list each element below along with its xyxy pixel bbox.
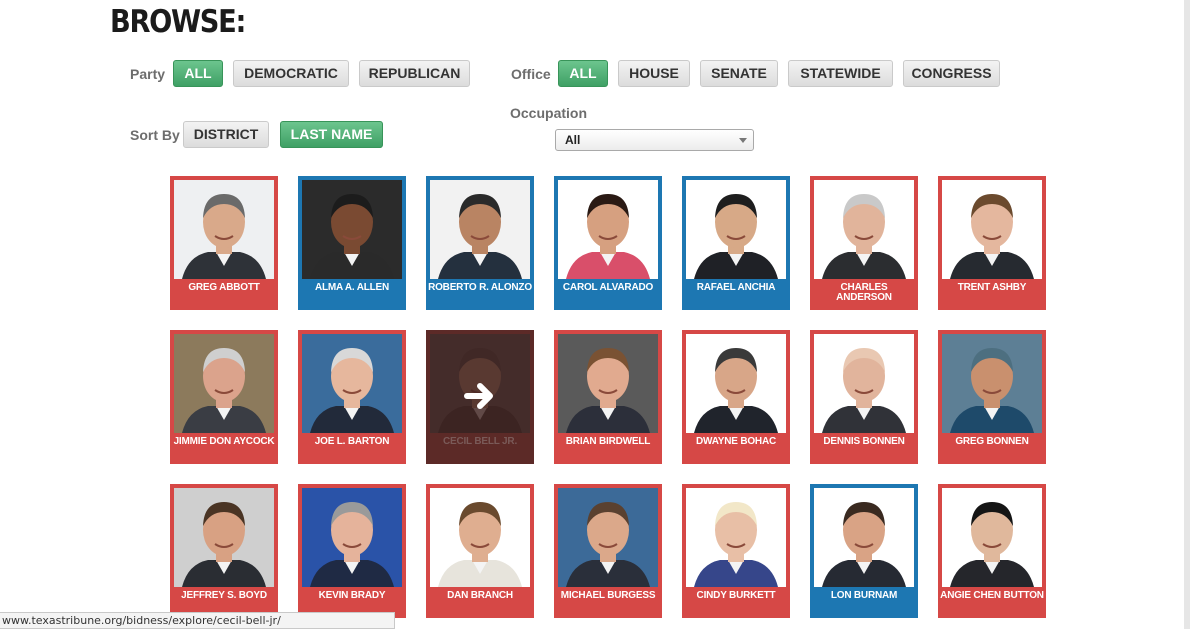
page-scroll-edge — [1184, 0, 1190, 629]
official-photo — [302, 488, 402, 587]
sort-by-label: Sort By — [130, 127, 180, 143]
official-name: JOE L. BARTON — [314, 436, 390, 447]
official-name: BRIAN BIRDWELL — [565, 436, 651, 447]
official-card[interactable]: LON BURNAM — [810, 484, 918, 618]
official-name: ANGIE CHEN BUTTON — [940, 590, 1044, 601]
official-photo — [174, 488, 274, 587]
official-photo — [558, 488, 658, 587]
official-name: KEVIN BRADY — [318, 590, 386, 601]
official-name: ROBERTO R. ALONZO — [428, 282, 532, 293]
office-filter-label: Office — [511, 66, 551, 82]
official-photo — [686, 334, 786, 433]
office-senate-button[interactable]: SENATE — [700, 60, 778, 87]
official-photo — [302, 180, 402, 279]
official-name: CECIL BELL JR. — [442, 436, 518, 447]
official-photo — [558, 334, 658, 433]
official-card[interactable]: CINDY BURKETT — [682, 484, 790, 618]
official-photo — [814, 180, 914, 279]
official-card[interactable]: ANGIE CHEN BUTTON — [938, 484, 1046, 618]
office-congress-button[interactable]: CONGRESS — [903, 60, 1000, 87]
official-card[interactable]: DENNIS BONNEN — [810, 330, 918, 464]
official-name: CINDY BURKETT — [696, 590, 776, 601]
official-card[interactable]: GREG ABBOTT — [170, 176, 278, 310]
sort-last-name-button[interactable]: LAST NAME — [280, 121, 383, 148]
official-photo — [430, 180, 530, 279]
official-name: CAROL ALVARADO — [562, 282, 654, 293]
official-photo — [942, 334, 1042, 433]
party-all-button[interactable]: ALL — [173, 60, 223, 87]
party-democratic-button[interactable]: DEMOCRATIC — [233, 60, 349, 87]
official-photo — [942, 488, 1042, 587]
office-all-button[interactable]: ALL — [558, 60, 608, 87]
page-title: BROWSE: — [110, 4, 246, 40]
occupation-selected-value: All — [565, 133, 581, 147]
official-name: GREG BONNEN — [955, 436, 1029, 447]
official-card[interactable]: CHARLES ANDERSON — [810, 176, 918, 310]
official-name: CHARLES ANDERSON — [836, 282, 892, 303]
official-photo — [302, 334, 402, 433]
official-photo — [942, 180, 1042, 279]
official-card[interactable]: CECIL BELL JR. — [426, 330, 534, 464]
official-photo — [686, 180, 786, 279]
official-card[interactable]: JEFFREY S. BOYD — [170, 484, 278, 618]
official-card[interactable]: ROBERTO R. ALONZO — [426, 176, 534, 310]
sort-district-button[interactable]: DISTRICT — [183, 121, 269, 148]
official-name: DENNIS BONNEN — [823, 436, 905, 447]
official-card[interactable]: DAN BRANCH — [426, 484, 534, 618]
official-photo — [174, 334, 274, 433]
official-card[interactable]: TRENT ASHBY — [938, 176, 1046, 310]
official-photo — [814, 334, 914, 433]
official-card[interactable]: JIMMIE DON AYCOCK — [170, 330, 278, 464]
official-name: GREG ABBOTT — [188, 282, 260, 293]
official-name: MICHAEL BURGESS — [560, 590, 656, 601]
official-photo — [174, 180, 274, 279]
status-bar-url: www.texastribune.org/bidness/explore/cec… — [0, 612, 395, 629]
official-name: TRENT ASHBY — [957, 282, 1027, 293]
official-card[interactable]: JOE L. BARTON — [298, 330, 406, 464]
occupation-label: Occupation — [510, 105, 588, 121]
official-card[interactable]: ALMA A. ALLEN — [298, 176, 406, 310]
chevron-down-icon — [739, 138, 747, 143]
official-card[interactable]: MICHAEL BURGESS — [554, 484, 662, 618]
official-name: DWAYNE BOHAC — [695, 436, 777, 447]
official-name: JEFFREY S. BOYD — [181, 590, 267, 601]
official-name: JIMMIE DON AYCOCK — [173, 436, 275, 447]
official-card[interactable]: KEVIN BRADY — [298, 484, 406, 618]
official-photo — [814, 488, 914, 587]
official-card[interactable]: DWAYNE BOHAC — [682, 330, 790, 464]
official-photo — [430, 488, 530, 587]
party-filter-label: Party — [130, 66, 166, 82]
official-name: RAFAEL ANCHIA — [696, 282, 776, 293]
official-card[interactable]: CAROL ALVARADO — [554, 176, 662, 310]
official-name: ALMA A. ALLEN — [314, 282, 390, 293]
office-statewide-button[interactable]: STATEWIDE — [788, 60, 893, 87]
party-republican-button[interactable]: REPUBLICAN — [359, 60, 470, 87]
official-name: DAN BRANCH — [447, 590, 513, 601]
official-photo — [558, 180, 658, 279]
office-house-button[interactable]: HOUSE — [618, 60, 690, 87]
official-photo — [686, 488, 786, 587]
official-card[interactable]: RAFAEL ANCHIA — [682, 176, 790, 310]
official-card[interactable]: BRIAN BIRDWELL — [554, 330, 662, 464]
official-name: LON BURNAM — [830, 590, 898, 601]
arrow-right-icon — [463, 379, 497, 413]
official-card[interactable]: GREG BONNEN — [938, 330, 1046, 464]
occupation-select[interactable]: All — [555, 129, 754, 151]
